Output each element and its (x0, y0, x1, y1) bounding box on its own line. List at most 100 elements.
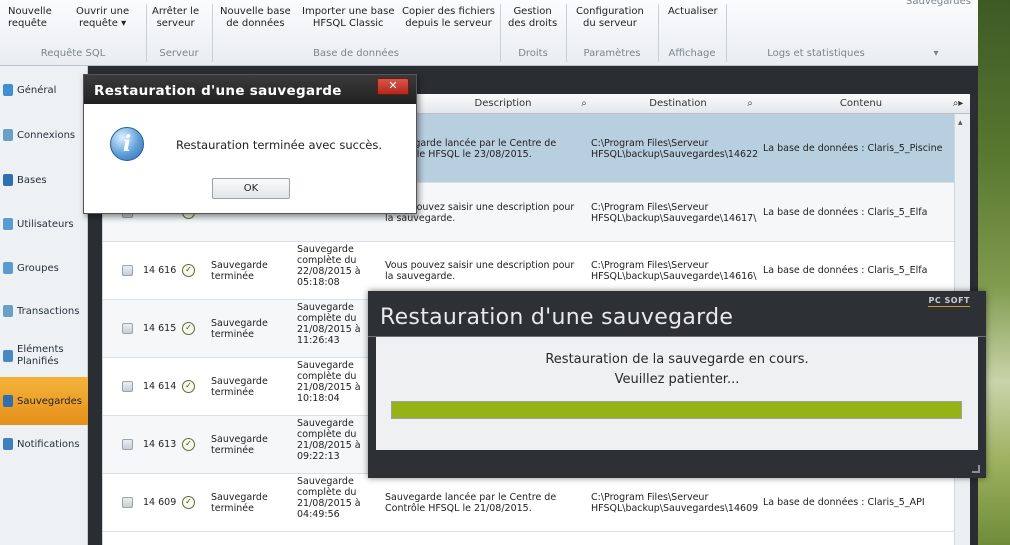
stop-server-button[interactable]: Arrêter le serveur (152, 6, 199, 30)
sidebar-item-label: Transactions (17, 305, 80, 317)
row-id: 14 613 (143, 439, 177, 450)
row-content: La base de données : Claris_5_Piscine (763, 142, 943, 154)
column-header-content[interactable]: Contenu (763, 94, 959, 114)
search-icon[interactable]: ⌕ (581, 94, 587, 114)
server-config-button[interactable]: Configuration du serveur (576, 6, 644, 30)
row-content: La base de données : Claris_5_Elfa (763, 206, 928, 218)
close-icon[interactable]: ✕ (377, 78, 409, 95)
row-destination: C:\Program Files\Serveur HFSQL\backup\Sa… (591, 137, 759, 160)
progress-wait-message: Veuillez patienter... (614, 372, 740, 387)
group-label-server: Serveur (159, 48, 199, 59)
sidebar-item-scheduled[interactable]: Eléments Planifiés (0, 332, 88, 380)
sidebar-item-label: Eléments Planifiés (17, 344, 64, 367)
archive-icon (122, 497, 133, 508)
progress-bar (391, 401, 962, 419)
progress-dialog-body: Restauration de la sauvegarde en cours. … (376, 337, 978, 450)
open-query-button[interactable]: Ouvrir une requête ▾ (76, 6, 129, 30)
sidebar-item-transactions[interactable]: Transactions (0, 287, 88, 335)
row-destination: C:\Program Files\Serveur HFSQL\backup\Sa… (591, 260, 757, 282)
sidebar-item-notifications[interactable]: Notifications (0, 420, 88, 468)
row-status: Sauvegarde terminée (211, 434, 268, 456)
resize-grip-icon[interactable] (972, 465, 980, 473)
archive-icon (122, 265, 133, 276)
transactions-icon (3, 305, 13, 317)
users-icon (3, 218, 13, 230)
rights-management-button[interactable]: Gestion des droits (508, 6, 557, 30)
sidebar-item-backups[interactable]: Sauvegardes (0, 377, 88, 425)
row-status: Sauvegarde terminée (211, 492, 268, 514)
column-header-destination[interactable]: Destination (593, 94, 763, 114)
sidebar-item-connections[interactable]: Connexions (0, 111, 88, 159)
sidebar-item-databases[interactable]: Bases (0, 156, 88, 204)
row-id: 14 609 (143, 497, 177, 508)
search-icon[interactable]: ⌕ (747, 94, 753, 114)
dialog-message: Restauration terminée avec succès. (176, 138, 383, 152)
group-label-database: Base de données (313, 48, 399, 59)
success-check-icon: ✓ (182, 380, 195, 393)
row-status: Sauvegarde terminée (211, 318, 268, 340)
dialog-title: Restauration d'une sauvegarde (84, 75, 416, 104)
progress-bar-fill (392, 402, 961, 418)
database-icon (3, 174, 13, 186)
notifications-icon (3, 438, 13, 450)
group-label-display: Affichage (668, 48, 716, 59)
restore-progress-dialog: Restauration d'une sauvegarde PC SOFT Re… (368, 291, 986, 478)
sidebar-item-label: Sauvegardes (17, 395, 83, 407)
row-description: Sauvegarde lancée par le Centre de Contr… (385, 492, 557, 514)
new-query-button[interactable]: Nouvelle requête (8, 6, 52, 30)
row-content: La base de données : Claris_5_Elfa (763, 265, 928, 276)
ok-button[interactable]: OK (212, 178, 290, 199)
success-check-icon: ✓ (182, 496, 195, 509)
success-check-icon: ✓ (182, 322, 195, 335)
row-destination: C:\Program Files\Serveur HFSQL\backup\Sa… (591, 492, 759, 514)
refresh-button[interactable]: Actualiser (668, 6, 718, 18)
scheduled-icon (3, 350, 13, 362)
scroll-up-icon[interactable]: ▴ (958, 118, 963, 128)
row-type: Sauvegarde complète du 21/08/2015 à 04:4… (297, 476, 361, 520)
connections-icon (3, 129, 13, 141)
restore-complete-dialog: Restauration d'une sauvegarde ✕ i Restau… (83, 74, 417, 214)
row-id: 14 616 (143, 265, 177, 276)
group-label-logs: Logs et statistiques (767, 48, 865, 59)
sidebar-item-label: Général (17, 84, 57, 96)
sidebar-item-label: Bases (17, 174, 47, 186)
pcsoft-logo: PC SOFT (928, 296, 970, 307)
sidebar-item-label: Utilisateurs (17, 218, 74, 230)
archive-icon (122, 323, 133, 334)
archive-icon (122, 381, 133, 392)
sidebar-item-label: Notifications (17, 438, 80, 450)
groups-icon (3, 262, 13, 274)
backups-icon (3, 395, 13, 407)
progress-message: Restauration de la sauvegarde en cours. (545, 352, 809, 367)
column-header-description[interactable]: Description (413, 94, 593, 114)
group-label-sql: Requête SQL (40, 48, 106, 59)
search-icon[interactable]: ⌕▸ (951, 94, 965, 114)
copy-files-button[interactable]: Copier des fichiers depuis le serveur (402, 6, 495, 30)
ribbon: Nouvelle requête Ouvrir une requête ▾ Ar… (0, 0, 978, 66)
sidebar-item-groups[interactable]: Groupes (0, 244, 88, 292)
success-check-icon: ✓ (182, 438, 195, 451)
progress-dialog-title: Restauration d'une sauvegarde (380, 305, 734, 330)
ribbon-expand-icon[interactable]: ▾ (906, 45, 966, 63)
general-icon (3, 84, 13, 96)
row-destination: C:\Program Files\Serveur HFSQL\backup\Sa… (591, 201, 757, 224)
row-content: La base de données : Claris_5_API (763, 497, 925, 508)
archive-icon (122, 439, 133, 450)
row-description: Vous pouvez saisir une description pour … (385, 260, 575, 282)
backups-ribbon-button[interactable]: Sauvegardes (906, 0, 971, 8)
info-icon: i (110, 127, 144, 161)
sidebar-item-users[interactable]: Utilisateurs (0, 200, 88, 248)
success-check-icon: ✓ (182, 264, 195, 277)
new-database-button[interactable]: Nouvelle base de données (220, 6, 291, 30)
group-label-settings: Paramètres (583, 48, 641, 59)
row-id: 14 614 (143, 381, 177, 392)
row-type: Sauvegarde complète du 22/08/2015 à 05:1… (297, 244, 361, 288)
row-status: Sauvegarde terminée (211, 260, 268, 282)
group-label-rights: Droits (518, 48, 548, 59)
row-id: 14 615 (143, 323, 177, 334)
table-row[interactable]: ✓ 14 609 Sauvegarde terminée Sauvegarde com… (103, 474, 970, 532)
sidebar-item-label: Groupes (17, 262, 59, 274)
sidebar: Général Connexions Bases Utilisateurs Gr… (0, 66, 88, 545)
sidebar-item-general[interactable]: Général (0, 66, 88, 114)
import-database-button[interactable]: Importer une base HFSQL Classic (302, 6, 394, 30)
